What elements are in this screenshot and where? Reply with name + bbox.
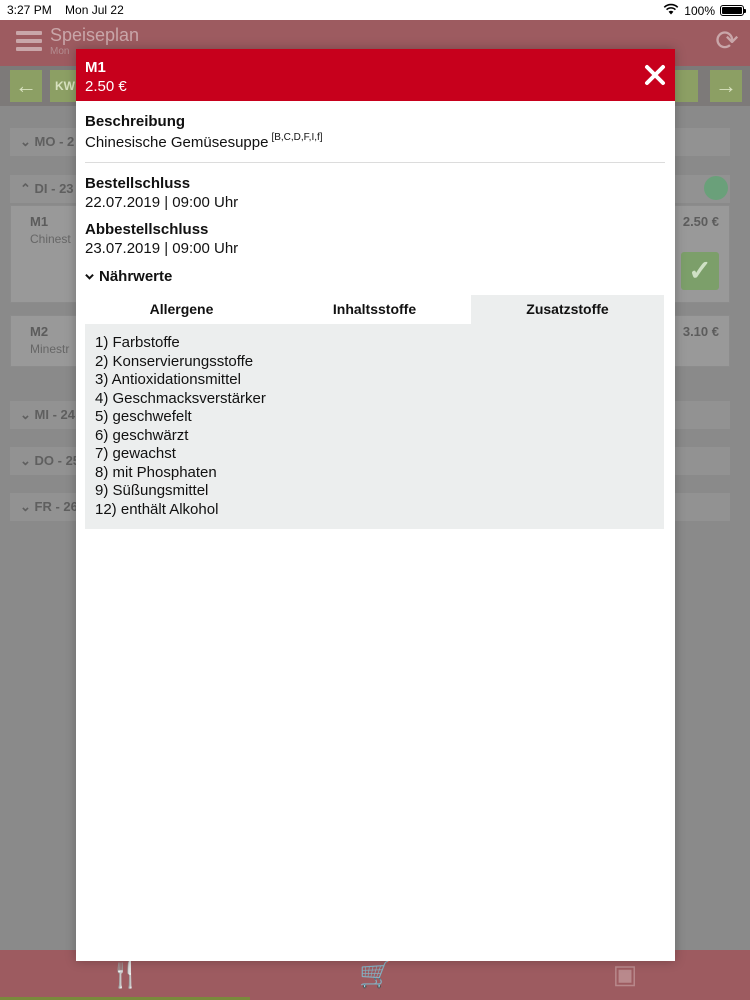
nutrition-toggle[interactable]: Nährwerte — [85, 268, 172, 285]
list-item: 5) geschwefelt — [95, 408, 192, 425]
wifi-icon — [663, 3, 679, 18]
gift-icon[interactable]: ▣ — [609, 958, 641, 990]
cart-icon[interactable]: 🛒 — [359, 958, 391, 990]
divider — [85, 162, 665, 163]
chevron-down-icon — [85, 273, 94, 280]
status-bar: 3:27 PM Mon Jul 22 100% — [0, 0, 750, 20]
order-deadline-value: 22.07.2019 | 09:00 Uhr — [85, 194, 239, 211]
refresh-icon[interactable]: ⟳ — [712, 26, 742, 56]
meal-detail-modal: M1 2.50 € Beschreibung Chinesische Gemüs… — [76, 49, 675, 961]
description-text: Chinesische Gemüsesuppe [B,C,D,F,I,f] — [85, 132, 323, 151]
status-dot — [704, 176, 728, 200]
cancel-deadline-value: 23.07.2019 | 09:00 Uhr — [85, 240, 239, 257]
app-subtitle: Mon — [50, 46, 70, 57]
list-item: 9) Süßungsmittel — [95, 482, 209, 499]
tab-inhaltsstoffe[interactable]: Inhaltsstoffe — [278, 295, 471, 324]
additives-list: 1) Farbstoffe 2) Konservierungsstoffe 3)… — [95, 334, 654, 519]
list-item: 3) Antioxidationsmittel — [95, 371, 241, 388]
prev-week-button[interactable]: ← — [10, 70, 42, 102]
list-item: 1) Farbstoffe — [95, 334, 180, 351]
description-label: Beschreibung — [85, 113, 186, 130]
tab-allergene[interactable]: Allergene — [85, 295, 278, 324]
order-deadline-label: Bestellschluss — [85, 175, 191, 192]
cancel-deadline-label: Abbestellschluss — [85, 221, 209, 238]
app-title: Speiseplan — [50, 25, 140, 45]
status-date: Mon Jul 22 — [65, 3, 124, 17]
allergen-codes: [B,C,D,F,I,f] — [271, 132, 323, 143]
list-item: 8) mit Phosphaten — [95, 463, 217, 481]
modal-header: M1 2.50 € — [76, 49, 675, 101]
next-week-button[interactable]: → — [710, 70, 742, 102]
hamburger-icon[interactable] — [16, 28, 42, 54]
list-item: 12) enthält Alkohol — [95, 500, 219, 518]
modal-title: M1 — [85, 59, 106, 76]
cutlery-icon[interactable]: 🍴 — [109, 958, 141, 990]
nutrition-label: Nährwerte — [99, 268, 173, 285]
nutrition-tabs: Allergene Inhaltsstoffe Zusatzstoffe — [85, 295, 664, 324]
battery-icon — [720, 5, 746, 16]
list-item: 6) geschwärzt — [95, 426, 189, 444]
list-item: 2) Konservierungsstoffe — [95, 352, 254, 370]
week-label-right — [674, 70, 698, 102]
ordered-check-icon[interactable]: ✓ — [681, 252, 719, 290]
close-icon[interactable] — [641, 61, 669, 89]
status-time: 3:27 PM — [7, 3, 52, 17]
modal-price: 2.50 € — [85, 78, 127, 95]
tab-panel-zusatzstoffe: 1) Farbstoffe 2) Konservierungsstoffe 3)… — [85, 324, 664, 529]
list-item: 4) Geschmacksverstärker — [95, 389, 266, 407]
tab-zusatzstoffe[interactable]: Zusatzstoffe — [471, 295, 664, 324]
battery-percent: 100% — [684, 3, 715, 18]
list-item: 7) gewachst — [95, 445, 176, 462]
